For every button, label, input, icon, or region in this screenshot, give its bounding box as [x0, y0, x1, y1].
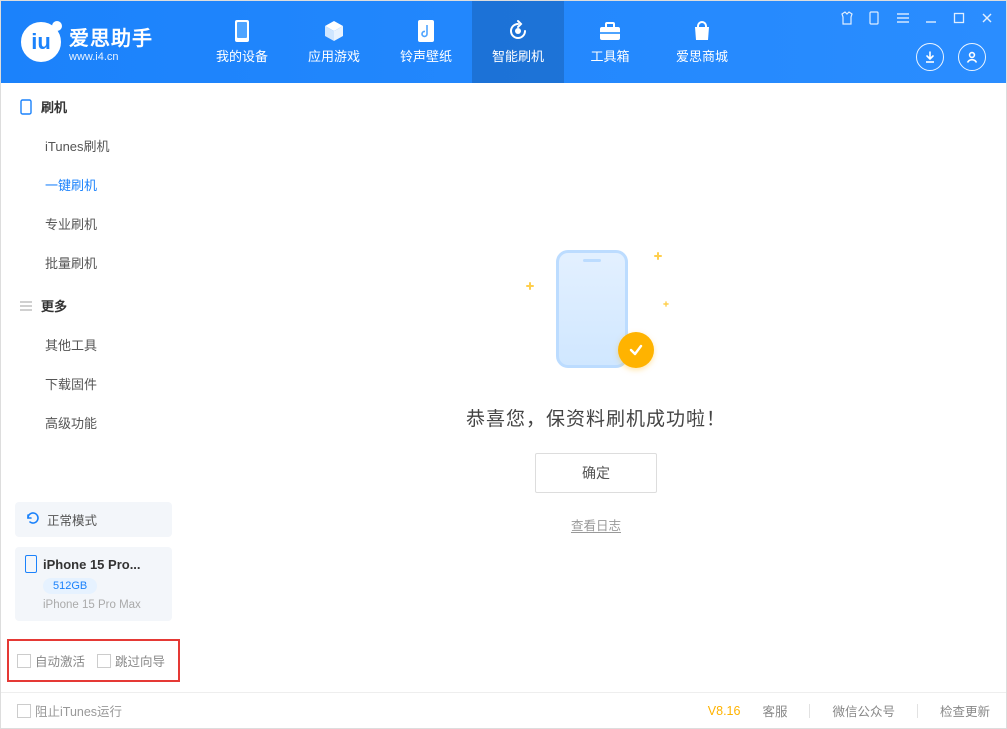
- checkbox-icon: [17, 654, 31, 668]
- music-icon: [412, 20, 440, 42]
- sparkle-icon: [526, 282, 534, 290]
- main-content: 恭喜您，保资料刷机成功啦！ 确定 查看日志: [186, 83, 1006, 692]
- nav-ringtone-wallpaper[interactable]: 铃声壁纸: [380, 1, 472, 83]
- checkbox-icon: [97, 654, 111, 668]
- sidebar-item-other-tools[interactable]: 其他工具: [1, 325, 186, 364]
- sidebar-item-itunes-flash[interactable]: iTunes刷机: [1, 126, 186, 165]
- footer-bar: 阻止iTunes运行 V8.16 客服 微信公众号 检查更新: [1, 692, 1006, 728]
- header-actions: [916, 43, 986, 71]
- download-button[interactable]: [916, 43, 944, 71]
- checkbox-block-itunes[interactable]: 阻止iTunes运行: [17, 701, 122, 720]
- close-icon[interactable]: [978, 9, 996, 27]
- nav-label: 铃声壁纸: [400, 46, 452, 65]
- sidebar: 刷机 iTunes刷机 一键刷机 专业刷机 批量刷机 更多 其他工具 下载固件 …: [1, 83, 186, 692]
- flash-options-highlighted: 自动激活 跳过向导: [7, 639, 180, 682]
- toolbox-icon: [596, 20, 624, 42]
- sidebar-item-download-firmware[interactable]: 下载固件: [1, 364, 186, 403]
- cube-icon: [320, 20, 348, 42]
- success-illustration: [536, 242, 656, 382]
- menu-icon[interactable]: [894, 9, 912, 27]
- phone-icon: [228, 20, 256, 42]
- nav-label: 智能刷机: [492, 46, 544, 65]
- footer-link-update[interactable]: 检查更新: [940, 701, 990, 720]
- sidebar-group-flash[interactable]: 刷机: [1, 83, 186, 126]
- sidebar-item-batch-flash[interactable]: 批量刷机: [1, 243, 186, 282]
- sidebar-item-pro-flash[interactable]: 专业刷机: [1, 204, 186, 243]
- checkbox-skip-wizard[interactable]: 跳过向导: [97, 651, 165, 670]
- view-log-link[interactable]: 查看日志: [571, 515, 621, 534]
- skin-icon[interactable]: [838, 9, 856, 27]
- window-controls: [838, 9, 996, 27]
- device-mode-label: 正常模式: [47, 510, 97, 529]
- brand-name: 爱思助手: [69, 22, 153, 51]
- sidebar-item-oneclick-flash[interactable]: 一键刷机: [1, 165, 186, 204]
- brand[interactable]: iu 爱思助手 www.i4.cn: [1, 1, 196, 83]
- bag-icon: [688, 20, 716, 42]
- ok-button[interactable]: 确定: [535, 453, 657, 493]
- version-label: V8.16: [708, 704, 741, 718]
- brand-logo-icon: iu: [21, 22, 61, 62]
- account-button[interactable]: [958, 43, 986, 71]
- device-storage-badge: 512GB: [43, 578, 97, 594]
- checkmark-badge-icon: [618, 332, 654, 368]
- phone-small-icon: [25, 555, 37, 573]
- sparkle-icon: [663, 301, 669, 307]
- device-full-name: iPhone 15 Pro Max: [43, 599, 162, 611]
- top-nav: 我的设备 应用游戏 铃声壁纸 智能刷机 工具箱 爱思商城: [196, 1, 748, 83]
- nav-label: 应用游戏: [308, 46, 360, 65]
- nav-label: 我的设备: [216, 46, 268, 65]
- checkbox-auto-activate[interactable]: 自动激活: [17, 651, 85, 670]
- device-name: iPhone 15 Pro...: [43, 557, 141, 572]
- refresh-icon: [504, 20, 532, 42]
- nav-store[interactable]: 爱思商城: [656, 1, 748, 83]
- sparkle-icon: [654, 252, 662, 260]
- more-lines-icon: [19, 299, 33, 313]
- nav-smart-flash[interactable]: 智能刷机: [472, 1, 564, 83]
- footer-link-wechat[interactable]: 微信公众号: [832, 701, 895, 720]
- nav-apps-games[interactable]: 应用游戏: [288, 1, 380, 83]
- sidebar-item-advanced[interactable]: 高级功能: [1, 403, 186, 442]
- brand-url: www.i4.cn: [69, 51, 153, 63]
- nav-my-device[interactable]: 我的设备: [196, 1, 288, 83]
- nav-label: 工具箱: [590, 46, 629, 65]
- device-mode-button[interactable]: 正常模式: [15, 502, 172, 537]
- maximize-icon[interactable]: [950, 9, 968, 27]
- footer-link-support[interactable]: 客服: [762, 701, 787, 720]
- success-message: 恭喜您，保资料刷机成功啦！: [466, 404, 726, 431]
- sidebar-group-more[interactable]: 更多: [1, 282, 186, 325]
- device-info-card[interactable]: iPhone 15 Pro... 512GB iPhone 15 Pro Max: [15, 547, 172, 621]
- phone-outline-icon: [19, 100, 33, 114]
- app-header: iu 爱思助手 www.i4.cn 我的设备 应用游戏 铃声壁纸 智能刷机 工具…: [1, 1, 1006, 83]
- feedback-icon[interactable]: [866, 9, 884, 27]
- nav-label: 爱思商城: [676, 46, 728, 65]
- nav-toolbox[interactable]: 工具箱: [564, 1, 656, 83]
- minimize-icon[interactable]: [922, 9, 940, 27]
- refresh-circle-icon: [25, 510, 41, 529]
- checkbox-icon: [17, 704, 31, 718]
